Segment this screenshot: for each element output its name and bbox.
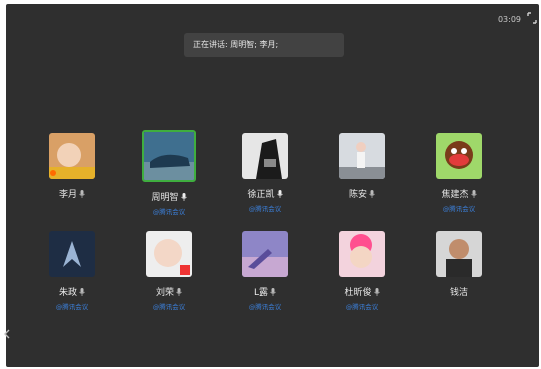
- participant-tile[interactable]: 李月: [32, 133, 112, 203]
- participant-source: @腾讯会议: [345, 303, 379, 311]
- participant-tile-active[interactable]: 周明智 @腾讯会议: [129, 130, 209, 216]
- avatar: [242, 231, 288, 277]
- mic-icon: [373, 287, 380, 296]
- participant-name: 李月: [58, 190, 77, 200]
- participant-source: @腾讯会议: [152, 208, 186, 216]
- mic-icon: [180, 192, 187, 201]
- participant-name: 周明智: [151, 193, 179, 203]
- participant-name: 钱洁: [449, 288, 468, 298]
- participant-name: L露: [253, 288, 268, 298]
- mic-icon: [369, 189, 375, 198]
- participant-source: @腾讯会议: [55, 303, 89, 311]
- participant-source: @腾讯会议: [442, 205, 476, 213]
- mic-icon: [276, 189, 283, 198]
- chevron-left-icon[interactable]: [4, 329, 10, 339]
- avatar: [436, 231, 482, 277]
- avatar: [142, 130, 196, 182]
- speaking-indicator: 正在讲话: 周明智; 李月;: [184, 33, 344, 57]
- mic-icon: [470, 189, 477, 198]
- participant-name: 朱政: [58, 288, 77, 298]
- participant-source: @腾讯会议: [152, 303, 186, 311]
- avatar: [436, 133, 482, 179]
- participant-name: 刘荣: [155, 288, 174, 298]
- participant-name: 杜昕俊: [344, 288, 372, 298]
- fullscreen-icon[interactable]: [527, 12, 537, 24]
- participant-tile[interactable]: 陈安: [322, 133, 402, 203]
- meeting-timer: 03:09: [497, 15, 521, 24]
- participant-tile[interactable]: 杜昕俊 @腾讯会议: [322, 231, 402, 311]
- avatar: [242, 133, 288, 179]
- participant-source: @腾讯会议: [248, 303, 282, 311]
- avatar: [49, 231, 95, 277]
- mic-icon: [79, 189, 85, 198]
- participant-name: 焦建杰: [441, 190, 469, 200]
- participant-tile[interactable]: 钱洁: [419, 231, 499, 301]
- mic-icon: [79, 287, 85, 296]
- participant-source: @腾讯会议: [248, 205, 282, 213]
- participant-tile[interactable]: 刘荣 @腾讯会议: [129, 231, 209, 311]
- participant-name: 徐正凯: [247, 190, 275, 200]
- meeting-stage: 03:09 正在讲话: 周明智; 李月; 李月 周明智 @腾讯会议 徐正凯 @腾…: [4, 4, 539, 367]
- avatar: [146, 231, 192, 277]
- mic-icon: [176, 287, 182, 296]
- participant-tile[interactable]: L露 @腾讯会议: [225, 231, 305, 311]
- participant-tile[interactable]: 焦建杰 @腾讯会议: [419, 133, 499, 213]
- participant-tile[interactable]: 朱政 @腾讯会议: [32, 231, 112, 311]
- mic-icon: [270, 287, 276, 296]
- avatar: [339, 133, 385, 179]
- participant-tile[interactable]: 徐正凯 @腾讯会议: [225, 133, 305, 213]
- participant-name: 陈安: [348, 190, 367, 200]
- avatar: [339, 231, 385, 277]
- avatar: [49, 133, 95, 179]
